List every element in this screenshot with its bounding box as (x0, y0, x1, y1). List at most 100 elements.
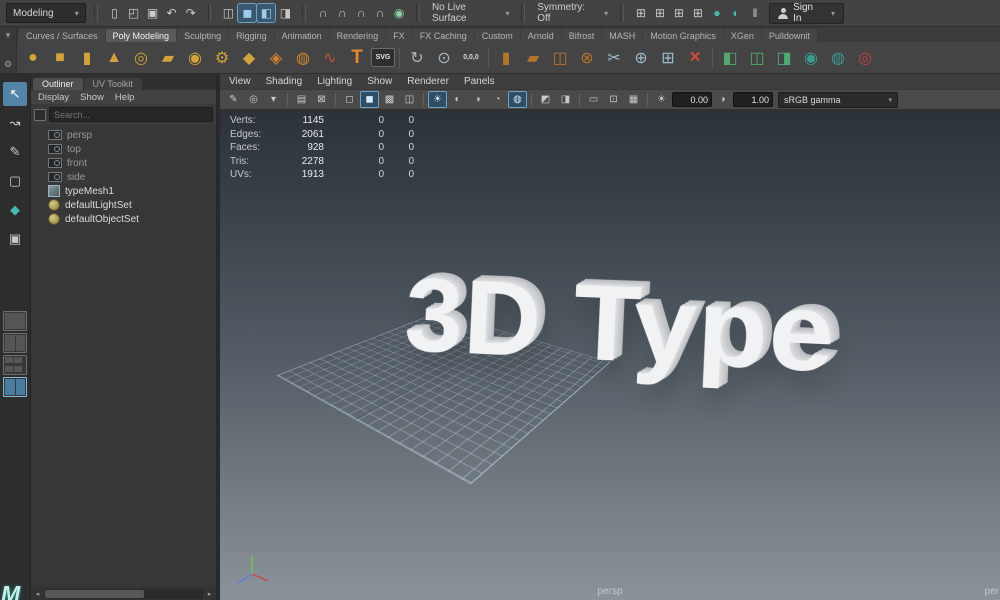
shelf-tab-custom[interactable]: Custom (475, 29, 520, 42)
construction-aids-icon[interactable]: ↻ (404, 45, 430, 71)
gate-mask-icon[interactable]: ▦ (624, 91, 643, 108)
save-scene-icon[interactable]: ▣ (144, 4, 162, 22)
shelf-gear-icon[interactable]: ⚙ (4, 59, 12, 70)
outliner-menu-show[interactable]: Show (80, 92, 104, 103)
light-editor-icon[interactable]: ⊞ (670, 4, 688, 22)
viewport-menu-renderer[interactable]: Renderer (407, 76, 449, 87)
poly-sphere-icon[interactable]: ● (20, 45, 46, 71)
exposure-icon[interactable]: ☀ (652, 91, 671, 108)
paint-select-tool[interactable]: ✎ (3, 140, 27, 164)
scrollbar-track[interactable] (44, 589, 203, 599)
layout-two-panes-button[interactable] (3, 333, 27, 353)
layout-single-pane-button[interactable] (3, 311, 27, 331)
shelf-tab-xgen[interactable]: XGen (724, 29, 761, 42)
select-asset-icon[interactable]: ◨ (276, 4, 294, 22)
outliner-item-front[interactable]: front (31, 156, 216, 170)
viewport-canvas[interactable]: Verts:114500Edges:206100Faces:92800Tris:… (220, 110, 1000, 600)
wireframe-mode-icon[interactable]: ◻ (340, 91, 359, 108)
default-lighting-icon[interactable]: ☀ (428, 91, 447, 108)
new-scene-icon[interactable]: ▯ (106, 4, 124, 22)
poly-cylinder-icon[interactable]: ▮ (74, 45, 100, 71)
make-live-icon[interactable]: ◉ (390, 4, 408, 22)
viewport-menu-view[interactable]: View (229, 76, 251, 87)
grease-pencil-icon[interactable]: ✎ (224, 91, 243, 108)
select-object-icon[interactable]: ◼ (238, 4, 256, 22)
occlusion-icon[interactable]: ◑ (468, 91, 487, 108)
shelf-menu-icon[interactable]: ▾ (6, 30, 11, 41)
tab-uv-toolkit[interactable]: UV Toolkit (84, 78, 142, 90)
sweep-mesh-icon[interactable]: ∿ (317, 45, 343, 71)
center-pivot-icon[interactable]: ◎ (852, 45, 878, 71)
shelf-tab-rigging[interactable]: Rigging (229, 29, 274, 42)
smooth-mesh-icon[interactable]: ◉ (798, 45, 824, 71)
poly-plane-icon[interactable]: ▰ (155, 45, 181, 71)
live-surface-dropdown[interactable]: No Live Surface ▾ (428, 2, 514, 24)
poly-disc-icon[interactable]: ◉ (182, 45, 208, 71)
shadows-icon[interactable]: ◐ (448, 91, 467, 108)
shelf-tab-motion-graphics[interactable]: Motion Graphics (643, 29, 723, 42)
type-tool-icon[interactable]: T (344, 45, 370, 71)
layout-four-panes-button[interactable] (3, 355, 27, 375)
target-weld-icon[interactable]: ⊕ (628, 45, 654, 71)
scale-tool[interactable]: ▣ (3, 227, 27, 251)
scroll-right-icon[interactable]: ▸ (204, 590, 215, 598)
combine-icon[interactable]: ◫ (744, 45, 770, 71)
move-tool[interactable]: ◆ (3, 198, 27, 222)
viewport-menu-lighting[interactable]: Lighting (317, 76, 352, 87)
outliner-menu-help[interactable]: Help (115, 92, 135, 103)
symmetry-dropdown[interactable]: Symmetry: Off ▾ (533, 2, 612, 24)
shaded-mode-icon[interactable]: ◼ (360, 91, 379, 108)
select-hierarchy-icon[interactable]: ◫ (219, 4, 237, 22)
shelf-tab-sculpting[interactable]: Sculpting (177, 29, 228, 42)
shelf-tab-fx[interactable]: FX (386, 29, 412, 42)
render-current-frame-icon[interactable]: ● (708, 4, 726, 22)
image-plane-icon[interactable]: ▤ (292, 91, 311, 108)
isolate-select-icon[interactable]: ◩ (536, 91, 555, 108)
bookmarks-icon[interactable]: ▾ (264, 91, 283, 108)
xray-icon[interactable]: ◨ (556, 91, 575, 108)
hypershade-icon[interactable]: ⊞ (651, 4, 669, 22)
viewport-menu-shading[interactable]: Shading (266, 76, 303, 87)
snap-to-plane-icon[interactable]: ∩ (371, 4, 389, 22)
quad-draw-icon[interactable]: ⊞ (655, 45, 681, 71)
poly-platonic-icon[interactable]: ◆ (236, 45, 262, 71)
outliner-item-typemesh1[interactable]: typeMesh1 (31, 184, 216, 198)
outliner-item-defaultobjectset[interactable]: defaultObjectSet (31, 212, 216, 226)
outliner-menu-display[interactable]: Display (38, 92, 69, 103)
select-tool[interactable]: ↖ (3, 82, 27, 106)
camera-lock-icon[interactable]: ◎ (244, 91, 263, 108)
gamma-field[interactable]: 1.00 (733, 92, 773, 107)
shelf-tab-pulldownit[interactable]: Pulldownit (762, 29, 817, 42)
svg-tool-icon[interactable]: SVG (371, 48, 395, 67)
marquee-select-tool[interactable]: ▢ (3, 169, 27, 193)
shelf-tab-mash[interactable]: MASH (602, 29, 642, 42)
scroll-left-icon[interactable]: ◂ (32, 590, 43, 598)
snap-to-grid-icon[interactable]: ∩ (314, 4, 332, 22)
sign-in-button[interactable]: Sign In ▾ (769, 3, 844, 24)
ipr-render-icon[interactable]: ◐ (727, 4, 745, 22)
outliner-item-defaultlightset[interactable]: defaultLightSet (31, 198, 216, 212)
live-surface-shelf-icon[interactable]: ⊙ (431, 45, 457, 71)
tab-outliner[interactable]: Outliner (33, 78, 83, 90)
filter-icon[interactable] (34, 109, 46, 121)
motion-blur-icon[interactable]: ◔ (488, 91, 507, 108)
redo-icon[interactable]: ↷ (182, 4, 200, 22)
outliner-item-persp[interactable]: persp (31, 128, 216, 142)
snap-to-point-icon[interactable]: ∩ (352, 4, 370, 22)
outliner-item-side[interactable]: side (31, 170, 216, 184)
gamma-icon[interactable]: ◑ (713, 91, 732, 108)
extrude-icon[interactable]: ▮ (493, 45, 519, 71)
snap-to-curve-icon[interactable]: ∩ (333, 4, 351, 22)
shelf-tab-rendering[interactable]: Rendering (330, 29, 386, 42)
scrollbar-thumb[interactable] (45, 590, 144, 598)
open-scene-icon[interactable]: ◰ (125, 4, 143, 22)
select-component-icon[interactable]: ◧ (257, 4, 275, 22)
shelf-tab-fx-caching[interactable]: FX Caching (413, 29, 474, 42)
film-gate-icon[interactable]: ▭ (584, 91, 603, 108)
undo-icon[interactable]: ↶ (163, 4, 181, 22)
exposure-field[interactable]: 0.00 (672, 92, 712, 107)
lasso-select-tool[interactable]: ↝ (3, 111, 27, 135)
shelf-tab-poly-modeling[interactable]: Poly Modeling (106, 29, 177, 42)
menu-set-selector[interactable]: Modeling ▾ (6, 3, 86, 23)
delete-edge-icon[interactable]: × (682, 45, 708, 71)
